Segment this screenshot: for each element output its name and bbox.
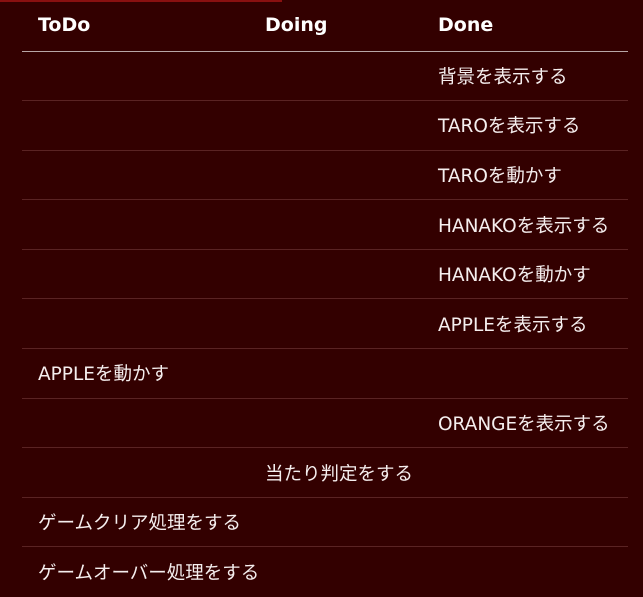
todo-cell: [22, 398, 249, 449]
doing-cell: [249, 199, 422, 250]
table-row: 当たり判定をする: [22, 447, 628, 498]
table-header: ToDo Doing Done: [22, 0, 628, 52]
todo-cell: APPLEを動かす: [22, 348, 249, 399]
table-row: APPLEを表示する: [22, 298, 628, 350]
table-row: ゲームクリア処理をする: [22, 497, 628, 548]
todo-cell: [22, 51, 249, 102]
done-cell: ORANGEを表示する: [422, 398, 628, 449]
todo-cell: [22, 199, 249, 250]
doing-cell: [249, 150, 422, 201]
todo-cell: [22, 298, 249, 350]
table-row: TAROを動かす: [22, 150, 628, 201]
column-header-doing: Doing: [249, 0, 422, 52]
done-cell: HANAKOを動かす: [422, 249, 628, 300]
doing-cell: [249, 547, 422, 597]
todo-cell: [22, 100, 249, 151]
table-body: 背景を表示する TAROを表示する TAROを動かす HANAKOを表示する H: [22, 51, 628, 597]
todo-cell: ゲームオーバー処理をする: [38, 562, 260, 584]
header-row: ToDo Doing Done: [22, 0, 628, 52]
table-row: APPLEを動かす: [22, 348, 628, 399]
doing-cell: [249, 497, 422, 548]
doing-cell: [249, 398, 422, 449]
table-row: ゲームオーバー処理をする: [22, 547, 628, 597]
done-cell: [422, 348, 628, 399]
todo-cell: [22, 447, 249, 498]
todo-cell: ゲームクリア処理をする: [22, 497, 249, 548]
doing-cell: [249, 51, 422, 102]
task-table: ToDo Doing Done 背景を表示する TAROを表示する TAROを動…: [22, 0, 628, 597]
column-header-todo: ToDo: [22, 0, 249, 52]
table-row: HANAKOを表示する: [22, 199, 628, 250]
kanban-board: ToDo Doing Done 背景を表示する TAROを表示する TAROを動…: [22, 0, 628, 597]
done-cell: TAROを表示する: [422, 100, 628, 151]
done-cell: 背景を表示する: [422, 51, 628, 102]
todo-cell: [22, 150, 249, 201]
doing-cell: [249, 249, 422, 300]
doing-cell: [249, 100, 422, 151]
done-cell: [422, 497, 628, 548]
done-cell: APPLEを表示する: [422, 298, 628, 350]
done-cell: TAROを動かす: [422, 150, 628, 201]
done-cell: [422, 547, 628, 597]
table-row: HANAKOを動かす: [22, 249, 628, 300]
done-cell: [422, 447, 628, 498]
todo-cell: [22, 249, 249, 300]
table-row: TAROを表示する: [22, 100, 628, 151]
done-cell: HANAKOを表示する: [422, 199, 628, 250]
doing-cell: 当たり判定をする: [249, 447, 422, 498]
table-row: 背景を表示する: [22, 51, 628, 102]
doing-cell: [249, 348, 422, 399]
doing-cell: [249, 298, 422, 350]
column-header-done: Done: [422, 0, 628, 52]
table-row: ORANGEを表示する: [22, 398, 628, 449]
